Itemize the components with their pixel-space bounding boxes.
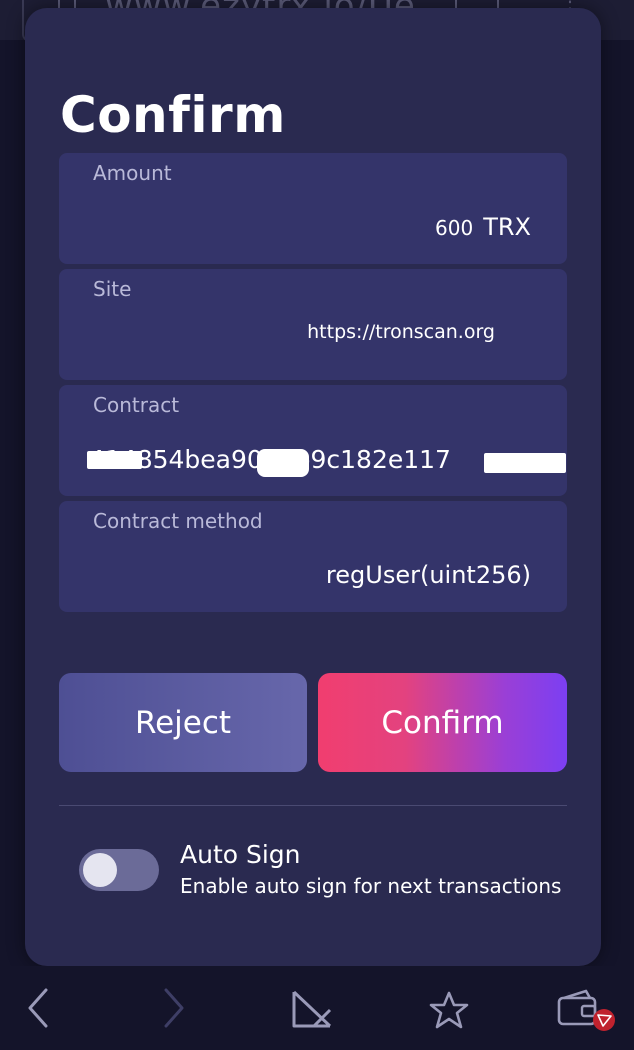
amount-label: Amount	[93, 161, 172, 185]
confirm-button[interactable]: Confirm	[318, 673, 567, 772]
toggle-knob	[83, 853, 117, 887]
site-value: https://tronscan.org	[307, 321, 495, 343]
amount-number: 600	[435, 216, 474, 240]
site-field: Site https://tronscan.org	[59, 269, 567, 380]
method-value: regUser(uint256)	[325, 561, 531, 589]
auto-sign-description: Enable auto sign for next transactions	[180, 874, 562, 898]
split-view-icon[interactable]	[290, 988, 334, 1028]
bookmark-star-icon[interactable]	[428, 990, 470, 1030]
method-label: Contract method	[93, 509, 263, 533]
contract-field: Contract 414854bea90 .9b9c182e117	[59, 385, 567, 496]
auto-sign-toggle[interactable]	[79, 849, 159, 891]
auto-sign-title: Auto Sign	[180, 840, 301, 869]
confirm-dialog: Confirm Amount 600 TRX Site https://trons…	[25, 8, 601, 966]
amount-value: 600 TRX	[435, 213, 531, 241]
method-field: Contract method regUser(uint256)	[59, 501, 567, 612]
divider	[59, 805, 567, 806]
forward-icon[interactable]	[162, 986, 186, 1030]
contract-label: Contract	[93, 393, 180, 417]
amount-unit: TRX	[483, 213, 531, 241]
site-label: Site	[93, 277, 132, 301]
back-icon[interactable]	[26, 986, 50, 1030]
amount-field: Amount 600 TRX	[59, 153, 567, 264]
redaction-mark	[484, 453, 566, 473]
bottom-navigation	[0, 966, 634, 1050]
wallet-icon[interactable]	[556, 988, 618, 1034]
reject-button[interactable]: Reject	[59, 673, 307, 772]
dialog-title: Confirm	[60, 86, 286, 144]
redaction-mark	[87, 451, 142, 469]
redaction-mark	[257, 449, 309, 477]
